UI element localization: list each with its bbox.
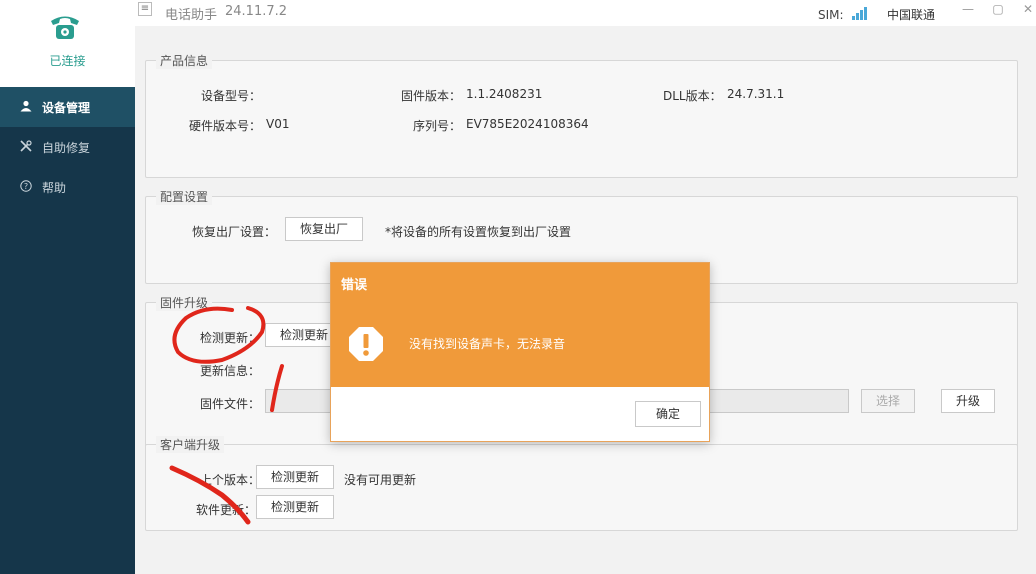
device-model-label: 设备型号： — [201, 89, 262, 103]
close-icon[interactable]: ✕ — [1020, 2, 1036, 16]
update-info-label: 更新信息： — [200, 364, 261, 378]
sidebar-item-label: 帮助 — [42, 180, 67, 195]
sim-label: SIM: — [818, 8, 844, 22]
upgrade-button[interactable]: 升级 — [941, 389, 995, 413]
tools-icon — [18, 139, 34, 155]
svg-text:?: ? — [24, 182, 28, 191]
dll-version-value: 24.7.31.1 — [727, 87, 785, 101]
firmware-version-label: 固件版本： — [401, 89, 462, 103]
restore-factory-note: *将设备的所有设置恢复到出厂设置 — [385, 225, 572, 239]
previous-version-label: 上个版本： — [200, 473, 261, 487]
serial-number-value: EV785E2024108364 — [466, 117, 589, 131]
warning-icon — [349, 327, 383, 361]
dialog-message: 没有找到设备声卡，无法录音 — [409, 337, 566, 351]
minimize-icon[interactable]: — — [960, 2, 976, 16]
hardware-version-label: 硬件版本号： — [189, 119, 262, 133]
app-version: 24.11.7.2 — [225, 4, 288, 19]
previous-version-check-button[interactable]: 检测更新 — [256, 465, 334, 489]
telephone-icon — [51, 16, 79, 39]
sidebar-item-label: 设备管理 — [42, 100, 91, 115]
title-bar: ≡ 电话助手 24.11.7.2 SIM: 中国联通 — ▢ ✕ — [135, 0, 1036, 26]
hardware-version-value: V01 — [266, 117, 290, 131]
menu-icon[interactable]: ≡ — [138, 2, 152, 16]
signal-strength-icon — [852, 7, 867, 20]
group-title: 客户端升级 — [156, 436, 225, 453]
group-title: 产品信息 — [156, 52, 213, 69]
group-title: 固件升级 — [156, 294, 213, 311]
help-icon: ? — [18, 179, 34, 195]
software-check-update-button[interactable]: 检测更新 — [256, 495, 334, 519]
dialog-header: 错误 没有找到设备声卡，无法录音 — [331, 263, 709, 387]
dialog-title: 错误 — [341, 278, 368, 293]
dll-version-label: DLL版本： — [663, 89, 722, 103]
maximize-icon[interactable]: ▢ — [990, 2, 1006, 16]
carrier-name: 中国联通 — [887, 8, 936, 22]
firmware-version-value: 1.1.2408231 — [466, 87, 543, 101]
no-update-status: 没有可用更新 — [344, 473, 417, 487]
connection-status-panel: 已连接 — [0, 0, 135, 87]
user-icon — [18, 100, 34, 115]
restore-factory-label: 恢复出厂设置： — [192, 225, 277, 239]
sidebar: 已连接 设备管理 自助修复 ? 帮助 — [0, 0, 135, 574]
restore-factory-button[interactable]: 恢复出厂 — [285, 217, 363, 241]
error-dialog: 错误 没有找到设备声卡，无法录音 确定 — [330, 262, 710, 442]
check-update-label: 检测更新： — [200, 331, 261, 345]
connection-status: 已连接 — [49, 54, 86, 68]
serial-number-label: 序列号： — [413, 119, 462, 133]
software-update-label: 软件更新： — [196, 503, 257, 517]
firmware-file-label: 固件文件： — [200, 397, 261, 411]
sidebar-item-self-repair[interactable]: 自助修复 — [0, 127, 135, 167]
sidebar-item-label: 自助修复 — [42, 140, 91, 155]
app-title: 电话助手 — [165, 8, 218, 23]
group-title: 配置设置 — [156, 188, 213, 205]
ok-button[interactable]: 确定 — [635, 401, 701, 427]
sidebar-item-device-management[interactable]: 设备管理 — [0, 87, 135, 127]
sidebar-item-help[interactable]: ? 帮助 — [0, 167, 135, 207]
client-upgrade-group: 客户端升级 上个版本： 检测更新 没有可用更新 软件更新： 检测更新 — [145, 436, 1018, 531]
product-info-group: 产品信息 设备型号： 固件版本： 1.1.2408231 DLL版本： 24.7… — [145, 52, 1018, 178]
select-file-button[interactable]: 选择 — [861, 389, 915, 413]
